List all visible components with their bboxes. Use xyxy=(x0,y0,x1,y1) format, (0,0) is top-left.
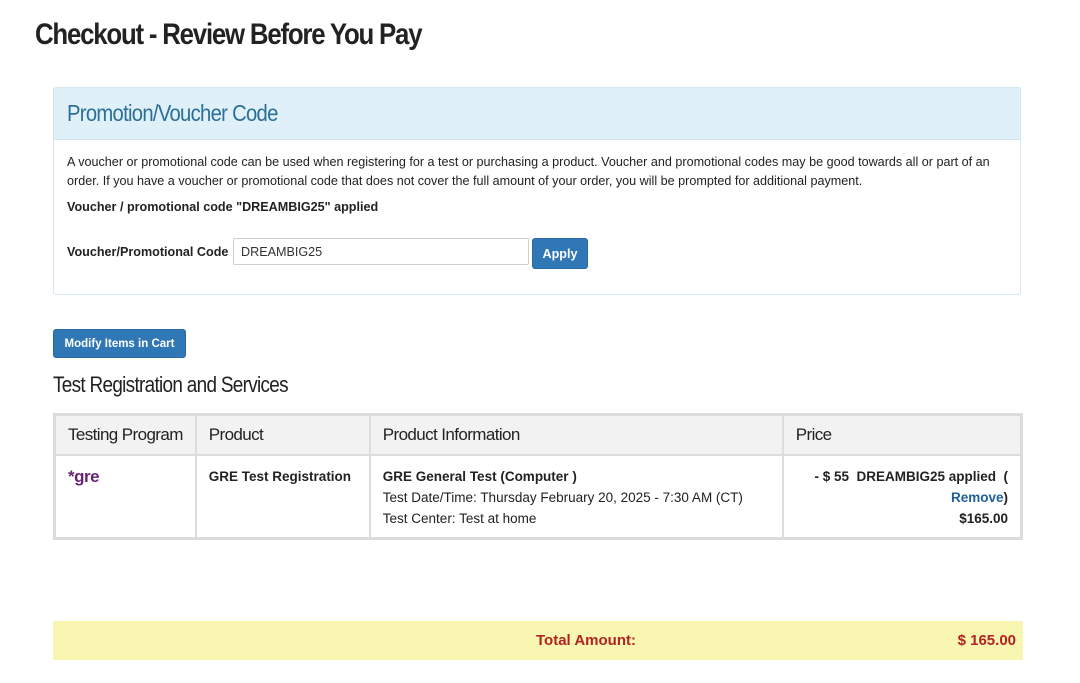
promo-description: A voucher or promotional code can be use… xyxy=(67,155,990,188)
remove-link[interactable]: Remove xyxy=(951,490,1004,505)
total-label: Total Amount: xyxy=(536,632,636,649)
remove-close-paren: ) xyxy=(1003,490,1009,505)
promo-title: Promotion/Voucher Code xyxy=(67,100,278,126)
discount-line: - $ 55 DREAMBIG25 applied ( xyxy=(814,469,1008,484)
cell-price: - $ 55 DREAMBIG25 applied ( Remove) $165… xyxy=(783,455,1022,539)
promo-header: Promotion/Voucher Code xyxy=(54,88,1020,140)
total-bar: Total Amount: $ 165.00 xyxy=(53,621,1023,660)
cell-program: *gre xyxy=(54,455,197,539)
column-header-price: Price xyxy=(782,414,1022,456)
product-info-date: Test Date/Time: Thursday February 20, 20… xyxy=(382,490,743,505)
modify-cart-button[interactable]: Modify Items in Cart xyxy=(53,329,186,358)
column-header-testing-program: Testing Program xyxy=(54,414,197,456)
gre-logo: *gre xyxy=(68,467,100,486)
section-title: Test Registration and Services xyxy=(53,372,289,397)
promo-panel: Promotion/Voucher Code A voucher or prom… xyxy=(53,87,1021,295)
product-info-center: Test Center: Test at home xyxy=(382,511,537,526)
total-value: $ 165.00 xyxy=(957,632,1016,649)
column-header-product-information: Product Information xyxy=(369,414,784,456)
promo-applied-message: Voucher / promotional code "DREAMBIG25" … xyxy=(67,200,379,214)
page-title: Checkout - Review Before You Pay xyxy=(35,18,423,51)
item-price: $165.00 xyxy=(959,511,1008,526)
voucher-code-label: Voucher/Promotional Code xyxy=(67,245,229,259)
apply-button[interactable]: Apply xyxy=(532,238,588,269)
product-info-title: GRE General Test (Computer ) xyxy=(382,469,577,484)
remove-line: Remove) xyxy=(796,487,1008,508)
voucher-code-input[interactable] xyxy=(233,238,529,265)
cell-product-info: GRE General Test (Computer ) Test Date/T… xyxy=(369,455,784,539)
cart-table: Testing Program Product Product Informat… xyxy=(53,413,1023,540)
column-header-product: Product xyxy=(195,414,371,456)
cell-product: GRE Test Registration xyxy=(195,455,371,539)
table-header-row: Testing Program Product Product Informat… xyxy=(54,414,1022,456)
table-row: *gre GRE Test Registration GRE General T… xyxy=(54,455,1022,539)
